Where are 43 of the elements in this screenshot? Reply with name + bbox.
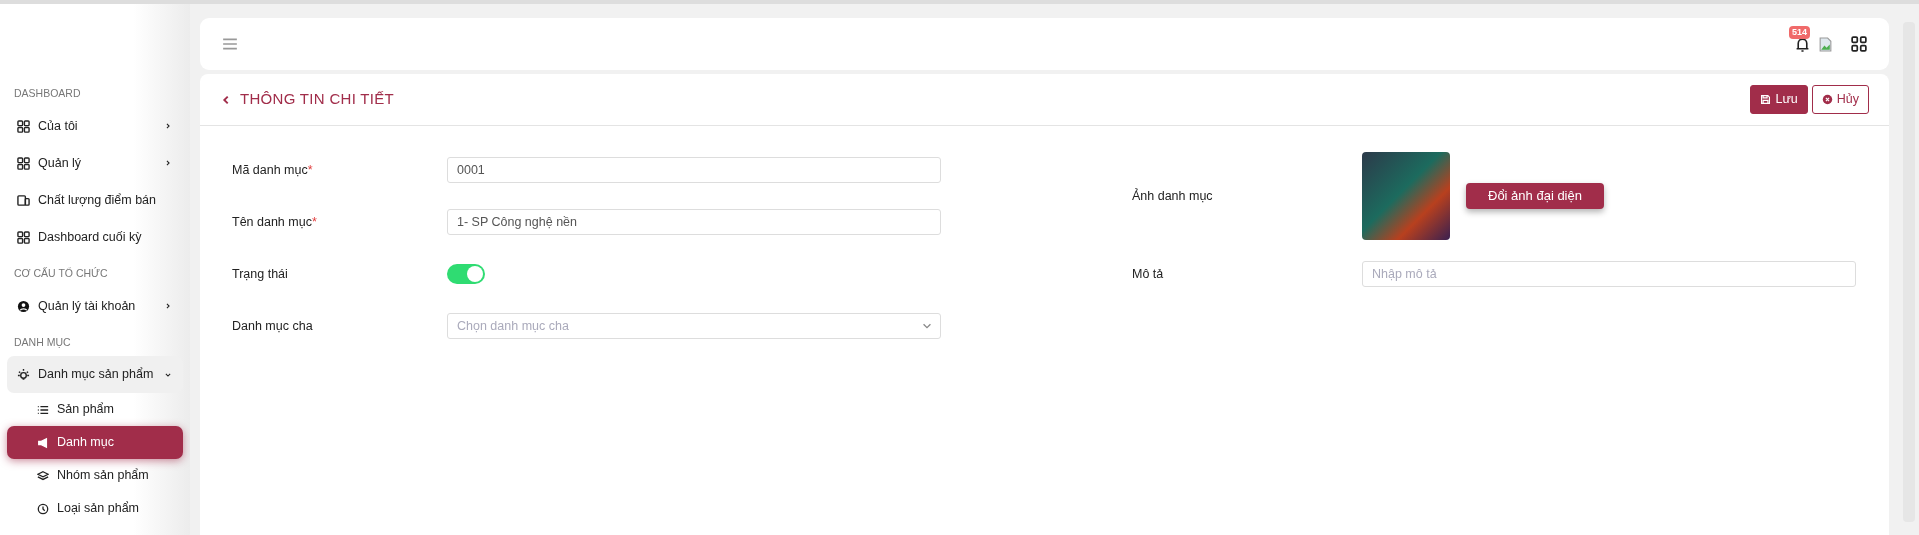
- notification-count: 514: [1789, 25, 1811, 39]
- user-icon: [17, 299, 30, 313]
- field-label: Ảnh danh mục: [1132, 187, 1214, 205]
- input-field[interactable]: Nhập mô tả: [1362, 261, 1856, 287]
- field-label: Mã danh mục*: [232, 161, 314, 179]
- field-label: Danh mục cha: [232, 317, 314, 335]
- apps-grid-icon[interactable]: [1851, 36, 1867, 52]
- input-field[interactable]: 1- SP Công nghệ nền: [447, 209, 941, 235]
- grid-icon: [17, 156, 30, 170]
- bell-icon[interactable]: [1795, 36, 1810, 52]
- field-label: Trạng thái: [232, 265, 289, 283]
- sidebar-item[interactable]: Sản phẩm: [7, 393, 183, 427]
- save-button[interactable]: Lưu: [1750, 85, 1808, 114]
- list-icon: [37, 403, 49, 416]
- broken-image-icon: [1818, 36, 1833, 52]
- sidebar-item[interactable]: Danh mục: [7, 426, 183, 460]
- field-label: Tên danh mục*: [232, 213, 318, 231]
- grid-icon: [17, 119, 30, 133]
- dropdown-field[interactable]: Chọn danh mục cha: [447, 313, 941, 339]
- close-circle-icon: [1821, 94, 1833, 105]
- grid-icon: [17, 230, 30, 244]
- layers-icon: [37, 469, 49, 482]
- sidebar-item[interactable]: Chất lượng điểm bán: [7, 181, 183, 219]
- sidebar-item[interactable]: Dashboard cuối kỳ: [7, 218, 183, 256]
- megaphone-icon: [37, 436, 49, 449]
- section-heading: DANH MỤC: [13, 334, 72, 350]
- lightbulb-icon: [17, 368, 30, 382]
- section-heading: CƠ CẤU TỔ CHỨC: [13, 265, 109, 281]
- sidebar-item[interactable]: Loại sản phẩm: [7, 492, 183, 526]
- page-title: THÔNG TIN CHI TIẾT: [240, 89, 395, 110]
- devices-icon: [17, 193, 30, 207]
- sidebar-item[interactable]: Quản lý tài khoản: [7, 287, 183, 325]
- section-heading: DASHBOARD: [13, 86, 82, 101]
- sidebar-item[interactable]: Nhóm sản phẩm: [7, 459, 183, 493]
- sidebar-item[interactable]: Quản lý: [7, 144, 183, 182]
- toggle-switch[interactable]: [447, 264, 485, 284]
- change-image-button[interactable]: Đổi ảnh đại diện: [1466, 183, 1604, 209]
- field-label: Mô tả: [1132, 265, 1165, 283]
- clock-icon: [37, 502, 49, 515]
- cancel-button[interactable]: Hủy: [1811, 85, 1869, 114]
- menu-icon[interactable]: [222, 36, 238, 52]
- input-field[interactable]: 0001: [447, 157, 941, 183]
- sidebar-item[interactable]: Của tôi: [7, 107, 183, 145]
